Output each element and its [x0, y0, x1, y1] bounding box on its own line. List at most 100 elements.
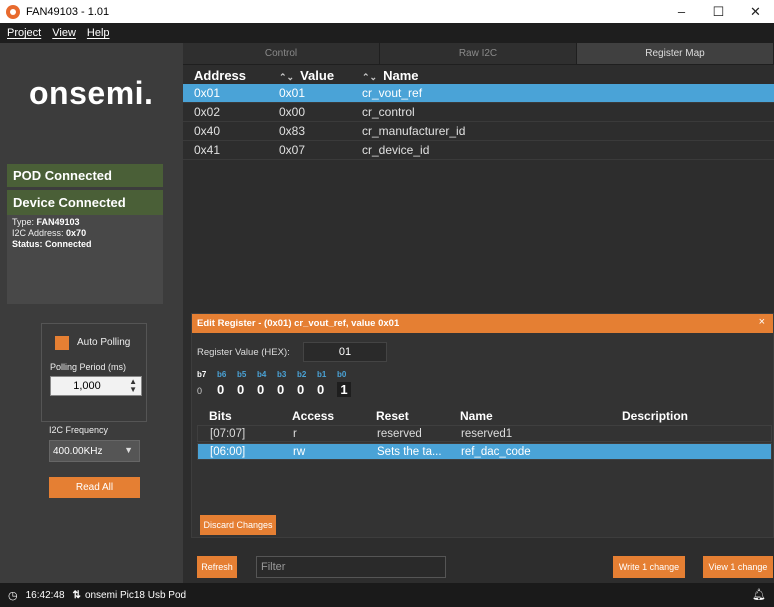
- tab-register-map[interactable]: Register Map: [577, 43, 774, 65]
- table-row[interactable]: 0x02 0x00 cr_control: [183, 103, 774, 122]
- register-table: Address ⌃⌄ Value ⌃⌄ Name 0x01 0x01 cr_vout…: [183, 66, 774, 160]
- cell-name: cr_manufacturer_id: [362, 124, 466, 138]
- edit-register-title: Edit Register - (0x01) cr_vout_ref, valu…: [197, 318, 400, 329]
- sort-icon: ⌃⌄: [362, 71, 378, 82]
- auto-polling-label: Auto Polling: [77, 337, 131, 348]
- cell-value: 0x83: [279, 124, 306, 138]
- bit-toggle[interactable]: 0: [217, 382, 237, 397]
- menu-project[interactable]: Project: [7, 27, 41, 39]
- col-bit-name: Name: [460, 409, 493, 423]
- tab-control[interactable]: Control: [183, 43, 380, 65]
- sort-icon: ⌃⌄: [279, 71, 295, 82]
- table-row[interactable]: 0x41 0x07 cr_device_id: [183, 141, 774, 160]
- cell-reset: reserved: [377, 427, 422, 440]
- cell-access: r: [293, 427, 297, 440]
- bit-label: b5: [237, 370, 247, 379]
- menu-help[interactable]: Help: [87, 27, 110, 39]
- bit-toggle[interactable]: 0: [257, 382, 277, 397]
- main-panel: Control Raw I2C Register Map Address ⌃⌄ V…: [183, 43, 774, 583]
- polling-group: Auto Polling Polling Period (ms) 1,000 ▲…: [41, 323, 147, 422]
- bit-toggle[interactable]: 0: [197, 386, 217, 396]
- tab-bar: Control Raw I2C Register Map: [183, 43, 774, 65]
- i2c-address-label: I2C Address:: [12, 228, 64, 238]
- status-bar: ◷ 16:42:48 ⇅ onsemi Pic18 Usb Pod 🔔︎: [0, 583, 774, 607]
- status-pod-name: onsemi Pic18 Usb Pod: [84, 589, 187, 601]
- maximize-button[interactable]: ☐: [700, 0, 737, 23]
- bit-label: b1: [317, 370, 327, 379]
- cell-address: 0x41: [194, 143, 221, 157]
- i2c-frequency-select[interactable]: 400.00KHz ▼: [49, 440, 140, 462]
- close-icon[interactable]: ×: [759, 316, 765, 328]
- cell-name: cr_vout_ref: [362, 86, 423, 100]
- bit-label: b6: [217, 370, 227, 379]
- polling-period-value: 1,000: [73, 380, 101, 392]
- device-type-label: Type:: [12, 217, 35, 227]
- device-state-value: Connected: [45, 239, 92, 249]
- chevron-down-icon: ▼: [124, 445, 133, 455]
- col-address-label: Address: [194, 67, 247, 83]
- write-changes-button[interactable]: Write 1 change: [613, 556, 685, 578]
- bit-toggle[interactable]: 1: [337, 382, 351, 397]
- onsemi-logo: onsemi.: [29, 75, 154, 111]
- bit-label: b0: [337, 370, 347, 379]
- auto-polling-checkbox[interactable]: [55, 336, 69, 350]
- polling-period-label: Polling Period (ms): [50, 362, 127, 372]
- bit-toggle[interactable]: 0: [277, 382, 297, 397]
- bit-label: b4: [257, 370, 267, 379]
- discard-changes-button[interactable]: Discard Changes: [200, 515, 276, 535]
- cell-value: 0x00: [279, 105, 306, 119]
- bit-toggle[interactable]: 0: [297, 382, 317, 397]
- hex-value-input[interactable]: 01: [303, 342, 387, 362]
- register-table-header: Address ⌃⌄ Value ⌃⌄ Name: [183, 66, 774, 84]
- menu-view[interactable]: View: [52, 27, 76, 39]
- read-all-button[interactable]: Read All: [49, 477, 140, 498]
- cell-bits: [06:00]: [210, 445, 246, 458]
- spin-arrows-icon[interactable]: ▲ ▼: [129, 378, 137, 394]
- refresh-button[interactable]: Refresh: [197, 556, 237, 578]
- col-name-label: Name: [383, 67, 419, 83]
- bit-toggle[interactable]: 0: [237, 382, 257, 397]
- col-reset: Reset: [376, 409, 409, 423]
- table-row[interactable]: 0x40 0x83 cr_manufacturer_id: [183, 122, 774, 141]
- bit-label: b3: [277, 370, 287, 379]
- usb-icon: ⇅: [72, 589, 81, 601]
- hex-value-label: Register Value (HEX):: [197, 347, 290, 358]
- edit-register-panel: Edit Register - (0x01) cr_vout_ref, valu…: [191, 313, 774, 538]
- col-value-label: Value: [300, 67, 335, 83]
- cell-access: rw: [293, 445, 306, 458]
- minimize-button[interactable]: –: [663, 0, 700, 23]
- col-address[interactable]: Address: [183, 68, 268, 83]
- close-window-button[interactable]: ✕: [737, 0, 774, 23]
- device-state-line: Status: Connected: [12, 239, 158, 250]
- cell-address: 0x01: [194, 86, 221, 100]
- view-changes-button[interactable]: View 1 change: [703, 556, 773, 578]
- clock-icon: ◷: [8, 589, 18, 602]
- bit-values: 00000001: [197, 382, 351, 397]
- col-name[interactable]: ⌃⌄ Name: [353, 68, 774, 83]
- col-value[interactable]: ⌃⌄ Value: [268, 68, 353, 83]
- tab-raw-i2c[interactable]: Raw I2C: [380, 43, 577, 65]
- cell-address: 0x40: [194, 124, 221, 138]
- cell-bits: [07:07]: [210, 427, 246, 440]
- cell-address: 0x02: [194, 105, 221, 119]
- cell-bit-name: ref_dac_code: [461, 445, 531, 458]
- edit-register-header: Edit Register - (0x01) cr_vout_ref, valu…: [192, 314, 773, 333]
- device-type-value: FAN49103: [36, 217, 80, 227]
- status-time: 16:42:48: [25, 589, 65, 601]
- table-row[interactable]: [07:07] r reserved reserved1: [197, 425, 772, 442]
- title-bar: FAN49103 - 1.01 – ☐ ✕: [0, 0, 774, 23]
- filter-input[interactable]: Filter: [256, 556, 446, 578]
- polling-period-spinbox[interactable]: 1,000 ▲ ▼: [50, 376, 142, 396]
- device-state-label: Status:: [12, 239, 43, 249]
- i2c-frequency-label: I2C Frequency: [49, 425, 109, 435]
- bit-label: b7: [197, 370, 207, 379]
- app-icon: [6, 4, 20, 19]
- i2c-frequency-value: 400.00KHz: [53, 446, 103, 457]
- device-info-panel: Device Connected Type: FAN49103 I2C Addr…: [7, 190, 163, 304]
- menu-bar: Project View Help: [0, 23, 774, 43]
- table-row[interactable]: 0x01 0x01 cr_vout_ref: [183, 84, 774, 103]
- table-row[interactable]: [06:00] rw Sets the ta... ref_dac_code: [197, 443, 772, 460]
- bell-icon[interactable]: 🔔︎: [752, 588, 766, 601]
- cell-value: 0x07: [279, 143, 306, 157]
- bit-toggle[interactable]: 0: [317, 382, 337, 397]
